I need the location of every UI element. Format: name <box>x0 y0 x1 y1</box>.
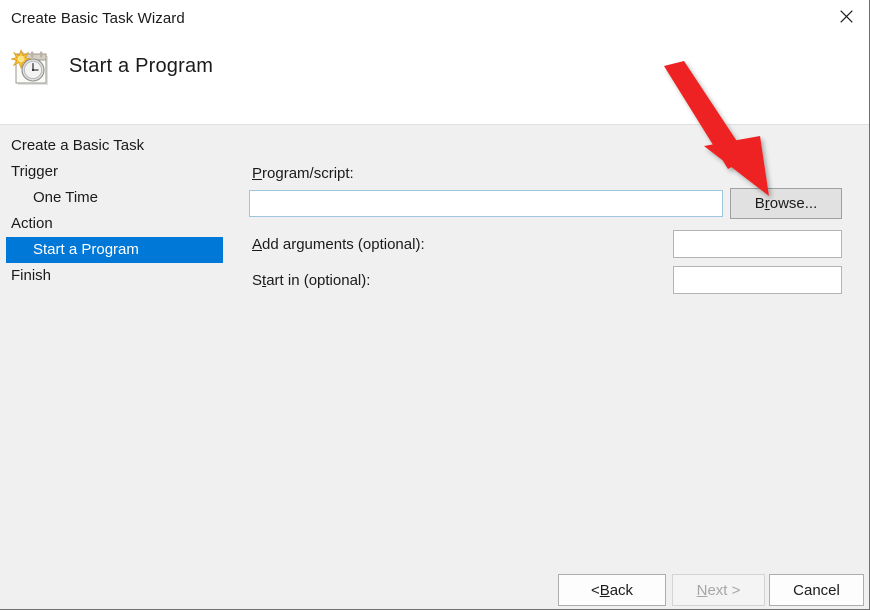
label-part: art in (optional): <box>266 272 371 289</box>
sidebar-item-finish[interactable]: Finish <box>6 263 51 289</box>
label-mnemonic: A <box>252 236 263 253</box>
browse-button[interactable]: Br owse... <box>730 188 842 219</box>
button-label-part: < <box>590 581 600 599</box>
label-part: dd arguments (optional): <box>262 236 425 253</box>
back-button[interactable]: < Back <box>558 574 666 606</box>
close-icon <box>839 9 853 23</box>
start-in-label: Start in (optional): <box>252 272 370 289</box>
window-title: Create Basic Task Wizard <box>11 10 185 27</box>
button-label-part: ext > <box>707 581 741 599</box>
create-basic-task-wizard-window: Create Basic Task Wizard Start a Program… <box>0 0 870 610</box>
page-title: Start a Program <box>69 55 214 77</box>
sidebar-item-trigger[interactable]: Trigger <box>6 159 58 185</box>
sidebar-item-label: Trigger <box>11 163 58 180</box>
button-label-mnemonic: N <box>696 581 708 599</box>
button-label-part: Cancel <box>793 581 840 599</box>
sidebar-item-label: One Time <box>33 189 99 206</box>
label-part: rogram/script: <box>262 165 354 182</box>
add-arguments-label: Add arguments (optional): <box>252 236 425 253</box>
button-label-part: ack <box>609 581 634 599</box>
sidebar-item-label: Start a Program <box>33 241 139 258</box>
sidebar-item-label: Action <box>11 215 53 232</box>
close-button[interactable] <box>823 0 869 32</box>
program-script-input[interactable] <box>249 190 723 217</box>
wizard-header: Start a Program <box>0 40 869 124</box>
sidebar-item-label: Create a Basic Task <box>11 137 145 154</box>
add-arguments-input[interactable] <box>673 230 842 258</box>
next-button[interactable]: Next > <box>672 574 765 606</box>
sidebar-item-create-a-basic-task[interactable]: Create a Basic Task <box>6 133 144 159</box>
sidebar-item-action[interactable]: Action <box>6 211 53 237</box>
wizard-content-panel: Create a Basic Task Trigger One Time Act… <box>0 124 869 609</box>
button-label-part: B <box>754 195 765 212</box>
sidebar-item-label: Finish <box>11 267 52 284</box>
label-part: S <box>252 272 263 289</box>
cancel-button[interactable]: Cancel <box>769 574 864 606</box>
program-script-label: Program/script: <box>252 165 354 182</box>
task-scheduler-icon <box>10 47 56 93</box>
button-label-part: owse... <box>769 195 818 212</box>
title-bar: Create Basic Task Wizard <box>0 0 869 40</box>
wizard-step-list: Create a Basic Task Trigger One Time Act… <box>0 125 240 610</box>
sidebar-item-start-a-program[interactable]: Start a Program <box>6 237 223 263</box>
button-label-mnemonic: B <box>599 581 610 599</box>
sidebar-item-one-time[interactable]: One Time <box>6 185 98 211</box>
label-mnemonic: P <box>252 165 263 182</box>
start-in-input[interactable] <box>673 266 842 294</box>
